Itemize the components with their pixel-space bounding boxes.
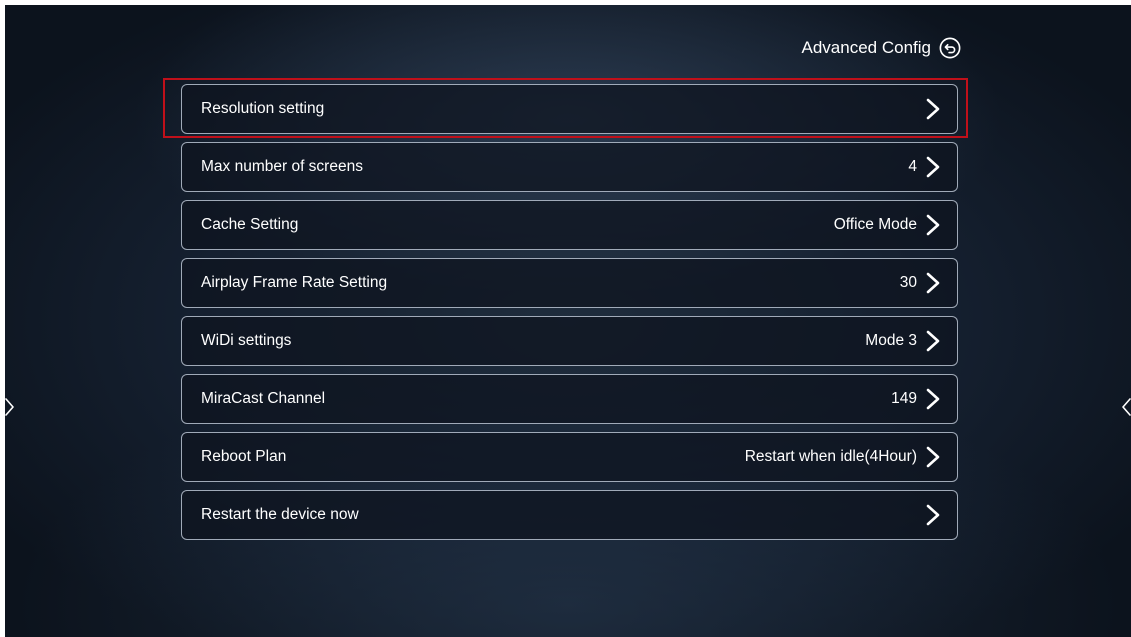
setting-row-max-screens[interactable]: Max number of screens 4 [181,142,958,192]
setting-label: Cache Setting [201,216,299,233]
chevron-right-icon [926,330,940,352]
chevron-right-icon [926,504,940,526]
setting-row-widi[interactable]: WiDi settings Mode 3 [181,316,958,366]
chevron-right-icon [926,388,940,410]
setting-label: Max number of screens [201,158,363,175]
setting-row-airplay-frame-rate[interactable]: Airplay Frame Rate Setting 30 [181,258,958,308]
setting-label: Restart the device now [201,506,359,523]
chevron-left-edge-icon[interactable] [1121,397,1131,417]
setting-value: 30 [899,274,917,291]
setting-value: 4 [908,158,917,175]
setting-label: Reboot Plan [201,448,287,465]
setting-label: Resolution setting [201,100,325,117]
setting-value: Restart when idle(4Hour) [744,448,917,465]
setting-row-miracast-channel[interactable]: MiraCast Channel 149 [181,374,958,424]
setting-value: Mode 3 [865,332,917,349]
setting-label: WiDi settings [201,332,292,349]
setting-row-cache[interactable]: Cache Setting Office Mode [181,200,958,250]
setting-label: Airplay Frame Rate Setting [201,274,388,291]
setting-value: Office Mode [833,216,917,233]
setting-row-restart-now[interactable]: Restart the device now [181,490,958,540]
setting-value: 149 [891,390,917,407]
chevron-right-icon [926,98,940,120]
page-title: Advanced Config [801,38,931,57]
chevron-right-icon [926,272,940,294]
chevron-right-icon [926,156,940,178]
setting-row-reboot-plan[interactable]: Reboot Plan Restart when idle(4Hour) [181,432,958,482]
chevron-right-icon [926,446,940,468]
setting-row-resolution[interactable]: Resolution setting [181,84,958,134]
chevron-right-edge-icon[interactable] [5,397,15,417]
setting-label: MiraCast Channel [201,390,326,407]
header: Advanced Config [802,37,961,59]
chevron-right-icon [926,214,940,236]
screen: Advanced Config Resolution setting Max n… [5,5,1131,637]
settings-list: Resolution setting Max number of screens… [181,84,958,548]
back-circle-icon[interactable] [939,37,961,59]
